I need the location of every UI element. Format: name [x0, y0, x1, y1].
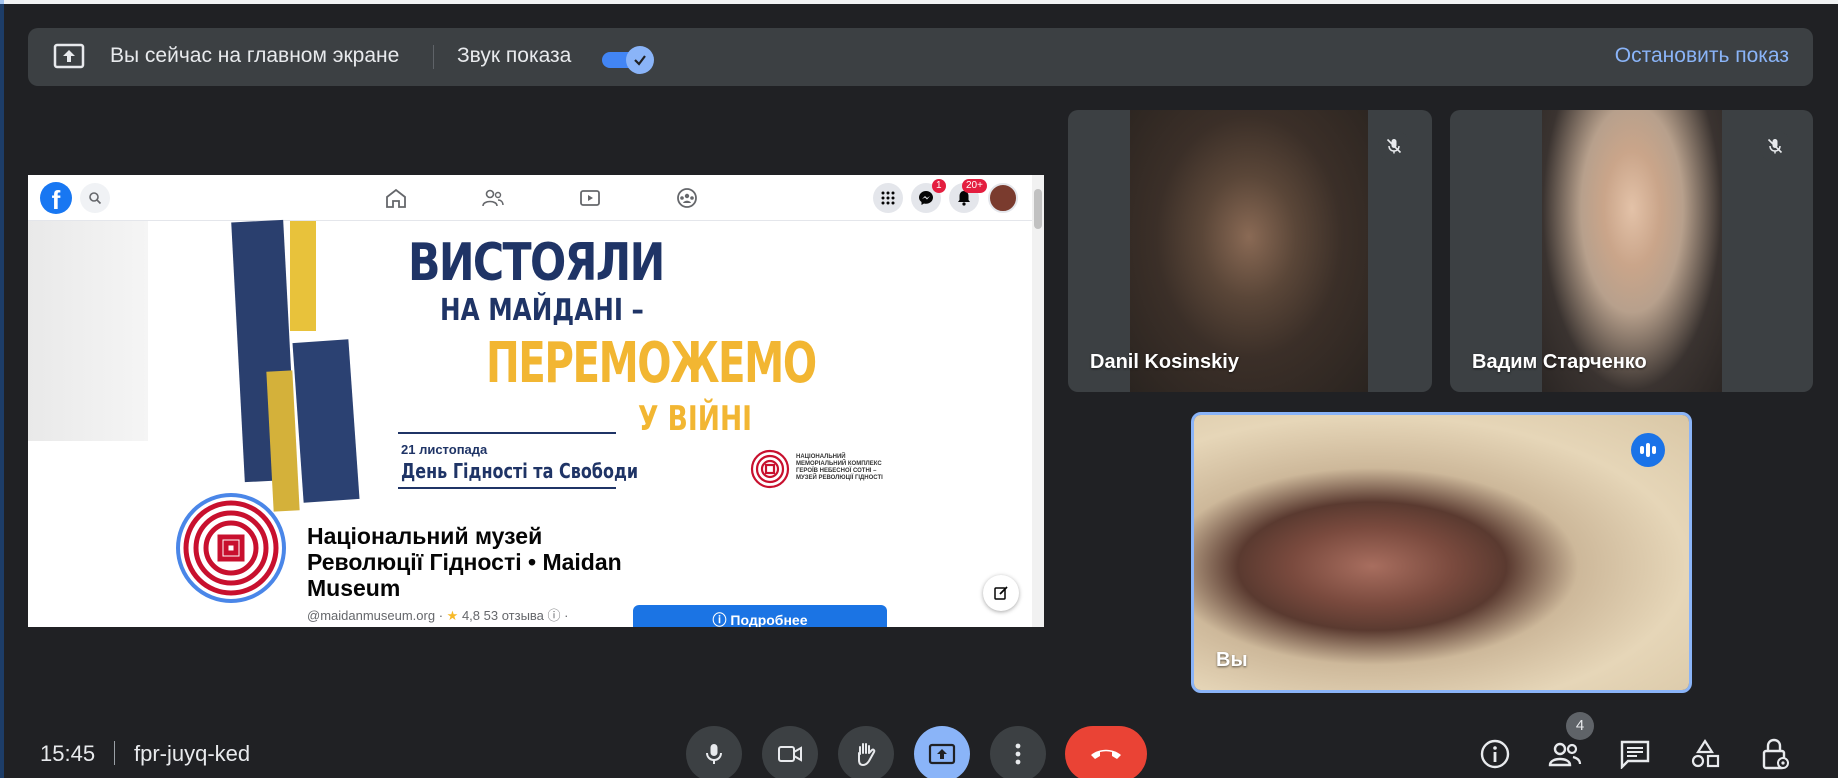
page-scrollbar[interactable]	[1032, 175, 1044, 627]
facebook-logo[interactable]: f	[40, 182, 72, 215]
meta-separator: ·	[564, 608, 569, 623]
meeting-code: fpr-juyq-ked	[134, 741, 251, 766]
meeting-clock: 15:45	[40, 741, 96, 766]
cover-headline: НА МАЙДАНІ –	[440, 293, 644, 328]
groups-icon[interactable]	[675, 187, 699, 209]
participant-tile[interactable]: Danil Kosinskiy	[1068, 110, 1432, 392]
share-audio-toggle[interactable]	[602, 46, 656, 74]
page-reviews[interactable]: 53 отзыва	[484, 608, 544, 623]
speaking-icon	[1631, 433, 1665, 467]
toggle-knob	[626, 46, 654, 74]
leave-call-button[interactable]	[1065, 726, 1147, 778]
watch-icon[interactable]	[578, 187, 602, 209]
shared-screen: f 1 20+ ВИСТОЯЛИ НА МАЙДАНІ – ПЕРЕМОЖЕМО…	[28, 175, 1044, 627]
star-icon: ★	[446, 608, 459, 623]
mic-icon	[706, 744, 722, 764]
activities-icon[interactable]	[1687, 736, 1723, 772]
scrollbar-thumb[interactable]	[1034, 189, 1042, 229]
stop-presenting-button[interactable]: Остановить показ	[1615, 44, 1789, 68]
present-to-all-icon	[928, 743, 956, 765]
cover-headline: У ВІЙНІ	[638, 399, 753, 439]
cover-rule	[398, 487, 616, 489]
page-handle[interactable]: @maidanmuseum.org ·	[307, 608, 443, 623]
facebook-top-bar: f 1 20+	[28, 175, 1044, 221]
cover-rule	[398, 432, 616, 434]
check-icon	[634, 55, 646, 66]
page-meta: @maidanmuseum.org · ★ 4,8 53 отзыва ⓘ ·	[307, 605, 569, 624]
call-end-icon	[1091, 749, 1121, 759]
page-rating: 4,8	[461, 608, 481, 623]
participant-name: Вы	[1216, 649, 1248, 671]
participant-video	[1542, 110, 1722, 392]
museum-logo-small	[750, 449, 790, 489]
present-button[interactable]	[914, 726, 970, 778]
home-icon[interactable]	[384, 187, 408, 209]
museum-logo-caption: НАЦІОНАЛЬНИЙ МЕМОРІАЛЬНИЙ КОМПЛЕКС ГЕРОЇ…	[796, 454, 883, 481]
cover-shadow	[28, 221, 148, 441]
grid-menu-icon[interactable]	[873, 183, 903, 213]
people-icon[interactable]	[1547, 736, 1583, 772]
window-top-edge	[0, 0, 1838, 4]
host-controls-icon[interactable]	[1757, 736, 1793, 772]
search-icon[interactable]	[80, 183, 110, 213]
banner-divider	[433, 45, 434, 69]
share-audio-label: Звук показа	[457, 44, 572, 67]
chat-icon[interactable]	[1617, 736, 1653, 772]
info-icon: ⓘ	[712, 612, 731, 627]
more-options-button[interactable]	[990, 726, 1046, 778]
window-left-edge	[0, 0, 4, 778]
bottom-divider	[114, 741, 115, 765]
facebook-profile-avatar[interactable]	[988, 183, 1018, 213]
page-profile-logo[interactable]	[176, 493, 286, 603]
edit-icon[interactable]	[983, 575, 1019, 611]
page-title: Національний музей Революції Гідності • …	[307, 523, 622, 601]
self-video	[1194, 415, 1689, 690]
raise-hand-button[interactable]	[838, 726, 894, 778]
notifications-badge: 20+	[962, 179, 987, 193]
page-cover-photo: ВИСТОЯЛИ НА МАЙДАНІ – ПЕРЕМОЖЕМО У ВІЙНІ…	[28, 219, 1032, 521]
scarf-stripe	[266, 370, 300, 512]
camera-button[interactable]	[762, 726, 818, 778]
messenger-badge: 1	[932, 179, 946, 193]
camera-icon	[778, 746, 802, 762]
self-tile[interactable]: Вы	[1191, 412, 1692, 693]
friends-icon[interactable]	[481, 187, 505, 209]
participant-video	[1130, 110, 1368, 392]
cover-headline: ВИСТОЯЛИ	[408, 233, 665, 293]
presenting-banner: Вы сейчас на главном экране Звук показа …	[28, 28, 1813, 86]
raise-hand-icon	[858, 743, 876, 767]
participant-count-badge: 4	[1566, 712, 1594, 740]
mic-button[interactable]	[686, 726, 742, 778]
mic-off-icon	[1759, 130, 1791, 162]
participant-tile[interactable]: Вадим Старченко	[1450, 110, 1813, 392]
participant-name: Danil Kosinskiy	[1090, 351, 1239, 373]
cover-day-name: День Гідності та Свободи	[401, 459, 639, 483]
scarf-stripe	[290, 221, 316, 331]
cover-date: 21 листопада	[401, 442, 488, 457]
scarf-illustration	[292, 339, 360, 503]
more-info-button[interactable]: ⓘ Подробнее	[633, 605, 887, 627]
mic-off-icon	[1378, 130, 1410, 162]
more-info-label: Подробнее	[730, 612, 808, 627]
presenting-status-text: Вы сейчас на главном экране	[110, 44, 400, 67]
present-to-all-icon	[52, 41, 86, 71]
info-icon: ⓘ	[547, 608, 561, 623]
more-vert-icon	[1015, 743, 1021, 765]
cover-headline: ПЕРЕМОЖЕМО	[486, 331, 817, 396]
info-icon[interactable]	[1477, 736, 1513, 772]
participant-name: Вадим Старченко	[1472, 351, 1647, 373]
